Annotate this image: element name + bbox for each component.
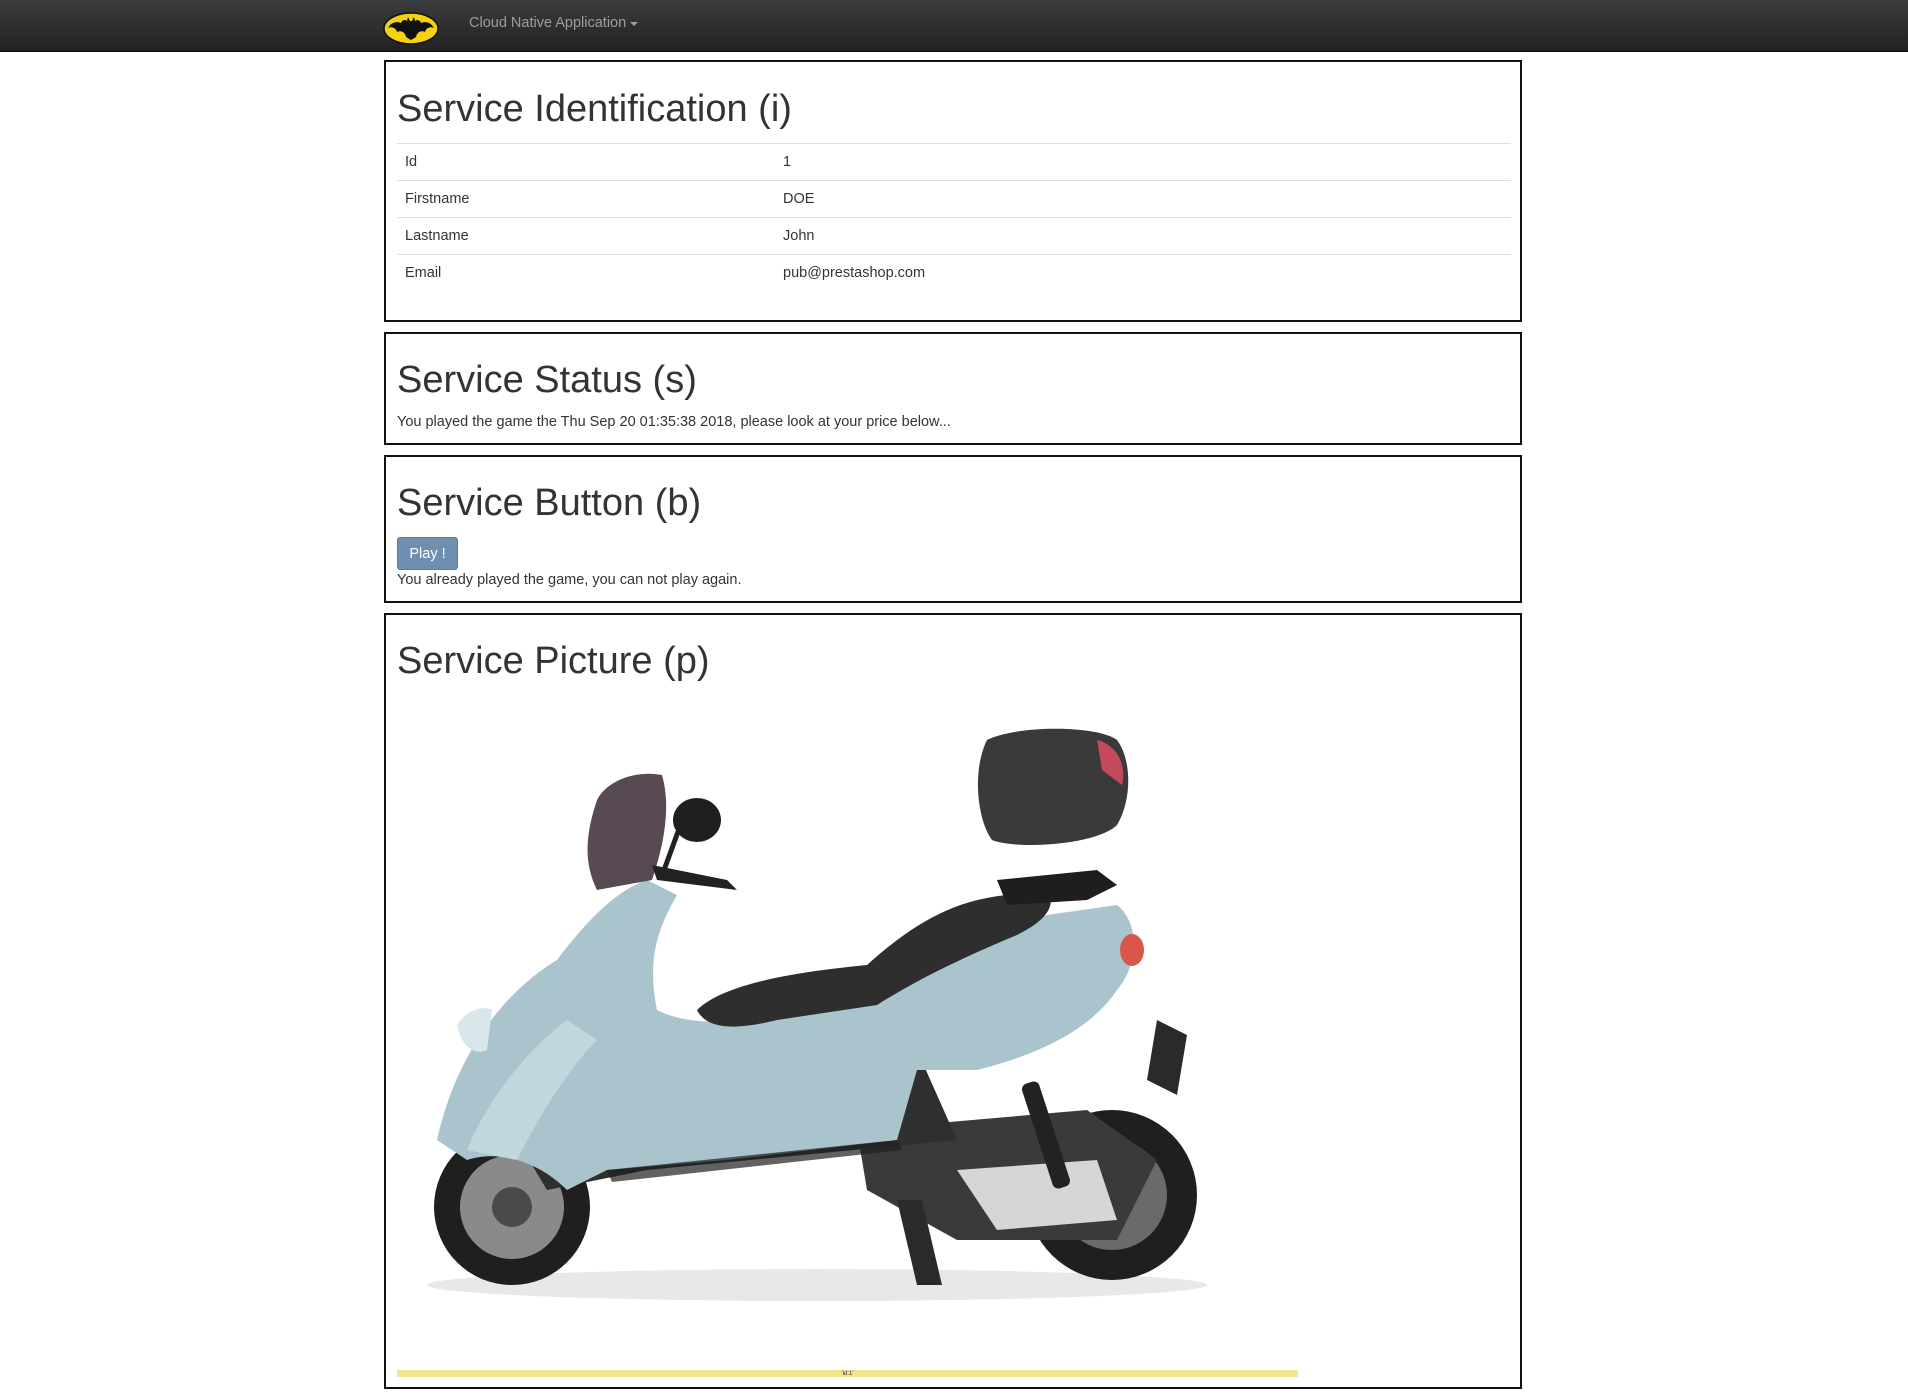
table-row: Id 1 [397,143,1511,181]
row-value-email: pub@prestashop.com [775,254,1511,291]
status-message: You played the game the Thu Sep 20 01:35… [397,414,951,430]
button-message: You already played the game, you can not… [397,572,742,588]
service-identification-panel: Service Identification (i) Id 1 Firstnam… [384,60,1522,322]
batman-logo-icon[interactable] [383,12,439,45]
app-menu-label: Cloud Native Application [469,15,627,31]
row-value-id: 1 [775,143,1511,181]
row-value-lastname: John [775,217,1511,255]
status-title: Service Status (s) [397,359,697,401]
play-button[interactable]: Play ! [397,537,458,570]
price-bar-label: 'id:1' [841,1370,854,1377]
identification-table: Id 1 Firstname DOE Lastname John Email p… [397,143,1511,291]
caret-down-icon [630,22,639,26]
table-row: Email pub@prestashop.com [397,254,1511,291]
row-key-lastname: Lastname [397,217,775,255]
service-picture-panel: Service Picture (p) 'id:1' [384,613,1522,1389]
service-button-panel: Service Button (b) Play ! You already pl… [384,455,1522,603]
button-title: Service Button (b) [397,482,702,524]
identification-title: Service Identification (i) [397,88,792,130]
row-key-email: Email [397,254,775,291]
row-value-firstname: DOE [775,180,1511,218]
table-row: Lastname John [397,217,1511,255]
scooter-image [427,728,1207,1301]
table-row: Firstname DOE [397,180,1511,218]
app-menu-dropdown[interactable]: Cloud Native Application [469,15,639,31]
price-bar: 'id:1' [397,1370,1298,1377]
service-status-panel: Service Status (s) You played the game t… [384,332,1522,445]
row-key-firstname: Firstname [397,180,775,218]
row-key-id: Id [397,143,775,181]
picture-title: Service Picture (p) [397,640,710,682]
top-navbar: Cloud Native Application [0,0,1908,52]
